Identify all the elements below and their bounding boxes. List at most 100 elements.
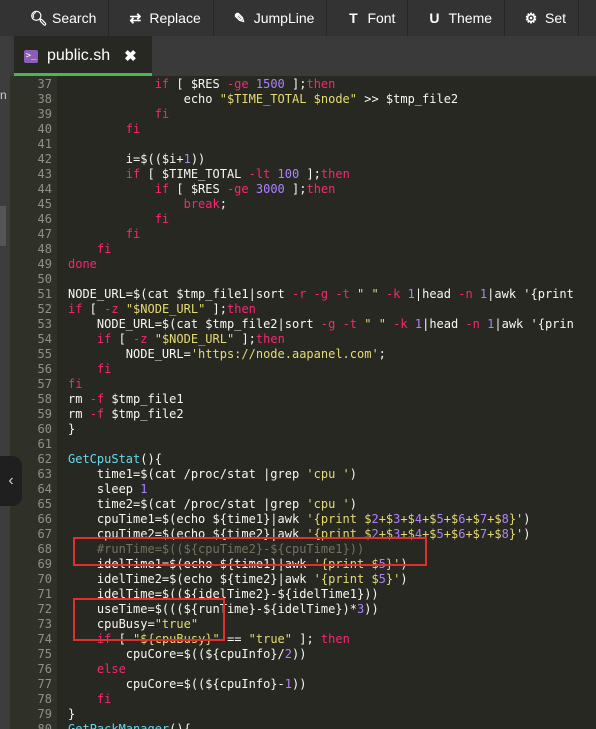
toolbar-button-label: Search	[52, 10, 97, 26]
editor-toolbar: 🔍︎ Search ⇄ Replace ✎ JumpLine T Font U Theme ⚙ Set…	[0, 0, 596, 36]
code-line[interactable]: 61	[10, 437, 596, 452]
line-code: time2=$(cat /proc/stat |grep 'cpu ')	[68, 497, 358, 511]
code-line[interactable]: 75 cpuCore=$((${cpuInfo}/2))	[10, 647, 596, 662]
line-code: fi	[125, 122, 141, 136]
code-line[interactable]: 46 fi	[10, 212, 596, 227]
line-code: NODE_URL=$(cat $tmp_file1|sort -r -g -t …	[68, 287, 574, 301]
toolbar-button-theme[interactable]: U Theme	[408, 0, 506, 36]
toolbar-button-search[interactable]: 🔍︎ Search	[0, 0, 110, 36]
theme-icon: U	[429, 10, 440, 26]
line-code: fi	[96, 692, 112, 706]
code-line[interactable]: 59 rm -f $tmp_file2	[10, 407, 596, 422]
line-code: cpuCore=$((${cpuInfo}-1))	[68, 677, 307, 691]
toolbar-button-he[interactable]: ?He	[579, 0, 596, 36]
code-line[interactable]: 52 if [ -z "$NODE_URL" ];then	[10, 302, 596, 317]
code-line[interactable]: 76 else	[10, 662, 596, 677]
close-icon[interactable]: ✖	[124, 47, 137, 65]
line-number: 50	[37, 272, 52, 286]
code-line[interactable]: 38 echo "$TIME_TOTAL $node" >> $tmp_file…	[10, 92, 596, 107]
line-number: 53	[37, 317, 52, 331]
text-icon: T	[349, 10, 358, 26]
collapse-sidebar-handle[interactable]: ‹	[0, 456, 22, 506]
code-line[interactable]: 73 cpuBusy="true"	[10, 617, 596, 632]
line-code: if [ -z "$NODE_URL" ];then	[96, 332, 285, 346]
code-line[interactable]: 78 fi	[10, 692, 596, 707]
line-code: fi	[96, 362, 112, 376]
line-code: }	[68, 707, 76, 721]
gear-icon: ⚙	[524, 9, 538, 26]
code-line[interactable]: 42 i=$(($i+1))	[10, 152, 596, 167]
line-code: rm -f $tmp_file2	[68, 407, 184, 421]
code-line[interactable]: 53 NODE_URL=$(cat $tmp_file2|sort -g -t …	[10, 317, 596, 332]
code-line[interactable]: 48 fi	[10, 242, 596, 257]
code-line[interactable]: 56 fi	[10, 362, 596, 377]
code-line[interactable]: 74 if [ "${cpuBusy}" == "true" ]; then	[10, 632, 596, 647]
code-line[interactable]: 60}	[10, 422, 596, 437]
code-line[interactable]: 43 if [ $TIME_TOTAL -lt 100 ];then	[10, 167, 596, 182]
code-line[interactable]: 49 done	[10, 257, 596, 272]
replace-icon: ⇄	[129, 9, 142, 26]
line-number: 46	[37, 212, 52, 226]
code-line[interactable]: 45 break;	[10, 197, 596, 212]
code-line[interactable]: 72 useTime=$(((${runTime}-${idelTime})*3…	[10, 602, 596, 617]
code-line[interactable]: 57 fi	[10, 377, 596, 392]
code-line[interactable]: 55 NODE_URL='https://node.aapanel.com';	[10, 347, 596, 362]
code-line[interactable]: 39 fi	[10, 107, 596, 122]
code-line[interactable]: 80 GetPackManager(){	[10, 722, 596, 729]
code-line[interactable]: 50	[10, 272, 596, 287]
toolbar-button-jumpline[interactable]: ✎ JumpLine	[214, 0, 328, 36]
line-code: idelTime1=$(echo ${time1}|awk '{print $5…	[68, 557, 408, 571]
toolbar-button-font[interactable]: T Font	[327, 0, 409, 36]
code-line[interactable]: 68 #runTime=$((${cpuTime2}-${cpuTime1}))	[10, 542, 596, 557]
code-line[interactable]: 63 time1=$(cat /proc/stat |grep 'cpu ')	[10, 467, 596, 482]
line-number: 44	[37, 182, 52, 196]
line-code: done	[68, 257, 97, 271]
line-code: i=$(($i+1))	[68, 152, 206, 166]
code-line[interactable]: 70 idelTime2=$(echo ${time2}|awk '{print…	[10, 572, 596, 587]
toolbar-button-label: Set	[545, 10, 567, 26]
toolbar-button-replace[interactable]: ⇄ Replace	[109, 0, 214, 36]
line-code: #runTime=$((${cpuTime2}-${cpuTime1}))	[68, 542, 365, 556]
code-line[interactable]: 77 cpuCore=$((${cpuInfo}-1))	[10, 677, 596, 692]
line-number: 60	[37, 422, 52, 436]
code-line[interactable]: 71 idelTime=$((${idelTime2}-${idelTime1}…	[10, 587, 596, 602]
line-number: 42	[37, 152, 52, 166]
toolbar-button-set[interactable]: ⚙ Set	[505, 0, 580, 36]
code-line[interactable]: 37 if [ $RES -ge 1500 ];then	[10, 77, 596, 92]
line-number: 38	[37, 92, 52, 106]
line-number: 58	[37, 392, 52, 406]
code-line[interactable]: 67 cpuTime2=$(echo ${time2}|awk '{print …	[10, 527, 596, 542]
search-icon: 🔍︎	[30, 9, 48, 26]
tab-public-sh[interactable]: >_ public.sh ✖	[14, 36, 152, 76]
line-number: 61	[37, 437, 52, 451]
line-code: NODE_URL='https://node.aapanel.com';	[68, 347, 386, 361]
line-code: if [ $TIME_TOTAL -lt 100 ];then	[125, 167, 350, 181]
code-line[interactable]: 40 fi	[10, 122, 596, 137]
line-code: fi	[154, 107, 170, 121]
code-line[interactable]: 47 fi	[10, 227, 596, 242]
code-line[interactable]: 44 if [ $RES -ge 3000 ];then	[10, 182, 596, 197]
line-code: fi	[154, 212, 170, 226]
line-number: 48	[37, 242, 52, 256]
line-code: time1=$(cat /proc/stat |grep 'cpu ')	[68, 467, 358, 481]
code-line[interactable]: 66 cpuTime1=$(echo ${time1}|awk '{print …	[10, 512, 596, 527]
code-line[interactable]: 41	[10, 137, 596, 152]
code-line[interactable]: 65 time2=$(cat /proc/stat |grep 'cpu ')	[10, 497, 596, 512]
line-number: 54	[37, 332, 52, 346]
code-editor[interactable]: 37 if [ $RES -ge 1500 ];then 38 echo "$TI…	[10, 76, 596, 729]
line-code: fi	[68, 377, 83, 391]
code-line[interactable]: 51 NODE_URL=$(cat $tmp_file1|sort -r -g -…	[10, 287, 596, 302]
code-line[interactable]: 58 rm -f $tmp_file1	[10, 392, 596, 407]
code-line[interactable]: 64 sleep 1	[10, 482, 596, 497]
line-number: 69	[37, 557, 52, 571]
line-number: 41	[37, 137, 52, 151]
line-number: 75	[37, 647, 52, 661]
line-code: break;	[183, 197, 227, 211]
code-line[interactable]: 54 if [ -z "$NODE_URL" ];then	[10, 332, 596, 347]
code-line[interactable]: 62 GetCpuStat(){	[10, 452, 596, 467]
code-line[interactable]: 79}	[10, 707, 596, 722]
line-code: if [ -z "$NODE_URL" ];then	[68, 302, 256, 316]
line-number: 52	[37, 302, 52, 316]
line-number: 72	[37, 602, 52, 616]
code-line[interactable]: 69 idelTime1=$(echo ${time1}|awk '{print…	[10, 557, 596, 572]
